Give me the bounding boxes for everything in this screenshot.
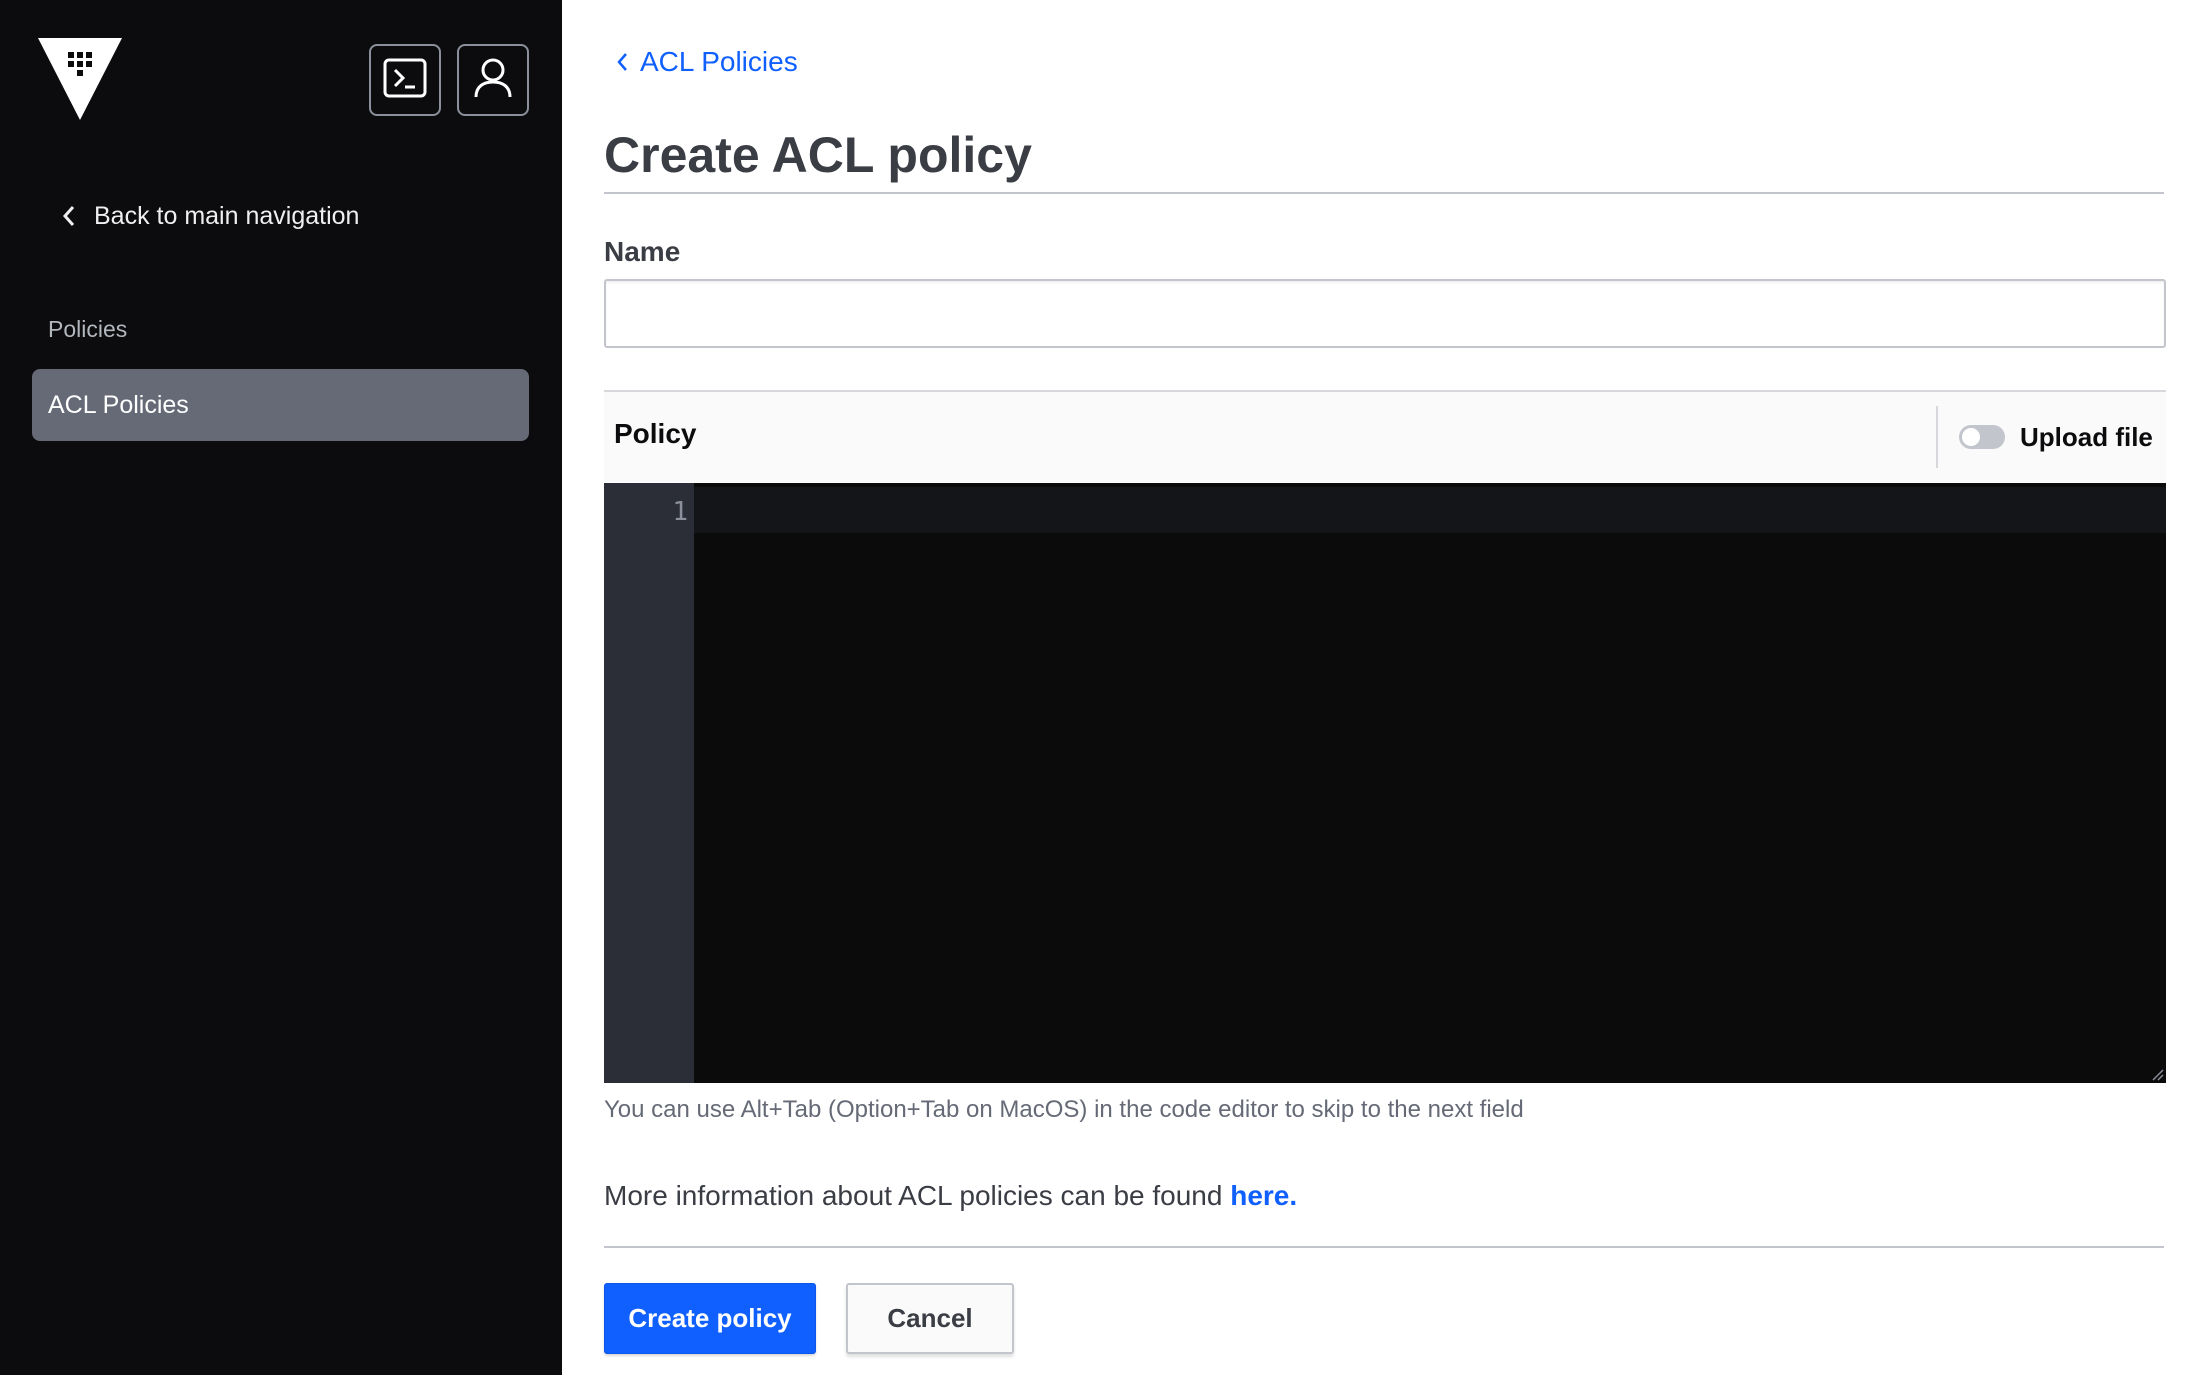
terminal-icon (383, 58, 427, 103)
code-editor[interactable]: 1 (604, 483, 2166, 1083)
more-info-text: More information about ACL policies can … (604, 1180, 1297, 1212)
console-toggle-button[interactable] (369, 44, 441, 116)
cancel-button[interactable]: Cancel (846, 1283, 1014, 1354)
editor-helper-text: You can use Alt+Tab (Option+Tab on MacOS… (604, 1096, 1524, 1123)
line-number: 1 (672, 497, 688, 527)
page-title: Create ACL policy (604, 127, 1032, 183)
form-divider (604, 1246, 2164, 1248)
chevron-left-icon (62, 205, 76, 227)
back-nav-label: Back to main navigation (94, 201, 360, 230)
name-input[interactable] (604, 279, 2166, 348)
upload-file-toggle[interactable] (1959, 425, 2005, 449)
more-info-label: More information about ACL policies can … (604, 1180, 1231, 1211)
back-to-main-navigation-link[interactable]: Back to main navigation (62, 196, 359, 236)
editor-active-line[interactable] (694, 487, 2166, 533)
sidebar-section-heading: Policies (48, 316, 128, 342)
user-icon (473, 57, 513, 104)
user-menu-button[interactable] (457, 44, 529, 116)
sidebar: Back to main navigation Policies ACL Pol… (0, 0, 562, 1375)
toggle-knob (1962, 428, 1980, 446)
policy-header: Policy Upload file (604, 390, 2166, 482)
name-field-label: Name (604, 236, 681, 267)
breadcrumb[interactable]: ACL Policies (616, 46, 798, 78)
sidebar-item-label: ACL Policies (48, 390, 189, 419)
policy-label: Policy (614, 418, 697, 449)
more-info-link[interactable]: here. (1230, 1180, 1297, 1211)
title-divider (604, 192, 2164, 194)
upload-file-label[interactable]: Upload file (2020, 422, 2153, 453)
sidebar-item-acl-policies[interactable]: ACL Policies (32, 369, 529, 441)
editor-gutter: 1 (604, 483, 694, 1083)
chevron-left-icon (616, 52, 628, 72)
resize-handle-icon[interactable] (2150, 1067, 2164, 1081)
breadcrumb-label: ACL Policies (640, 46, 798, 77)
create-policy-button[interactable]: Create policy (604, 1283, 816, 1354)
vault-logo-icon[interactable] (38, 38, 122, 120)
policy-header-divider (1936, 406, 1938, 468)
